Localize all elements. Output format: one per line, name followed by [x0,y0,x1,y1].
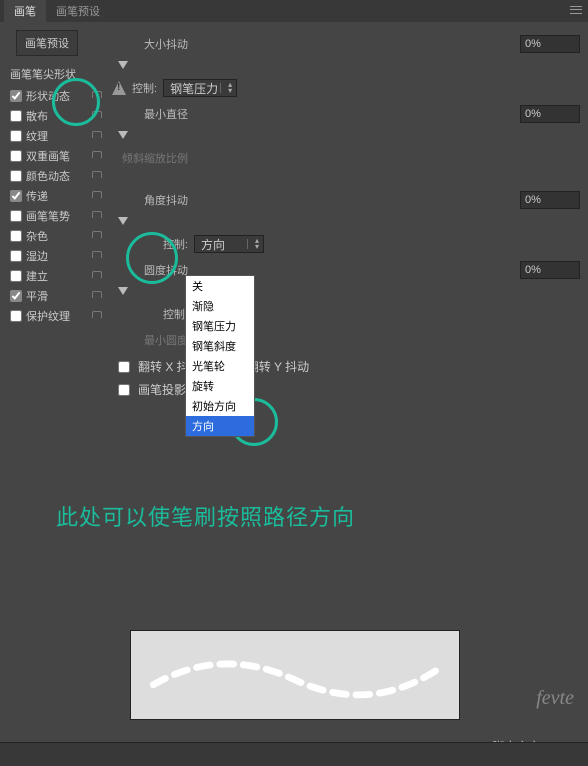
option-label: 传递 [26,188,92,204]
lock-icon [92,271,102,281]
dropdown-item[interactable]: 初始方向 [186,396,254,416]
option-11[interactable]: 保护纹理 [8,306,104,326]
min-diameter-slider[interactable] [118,128,398,142]
min-diameter-value[interactable]: 0% [520,105,580,123]
panel-tabs: 画笔 画笔预设 [0,0,588,22]
round-jitter-label: 圆度抖动 [112,262,188,278]
option-1[interactable]: 散布 [8,106,104,126]
lock-icon [92,151,102,161]
lock-icon [92,111,102,121]
slider-thumb-icon [118,287,128,295]
size-jitter-label: 大小抖动 [112,36,188,52]
option-label: 双重画笔 [26,148,92,164]
panel-menu-icon[interactable] [568,3,584,17]
lock-icon [92,231,102,241]
angle-jitter-label: 角度抖动 [112,192,188,208]
brush-tip-shape-header[interactable]: 画笔笔尖形状 [8,64,104,84]
slider-thumb-icon [118,61,128,69]
option-checkbox[interactable] [10,190,22,202]
option-0[interactable]: 形状动态 [8,86,104,106]
option-checkbox[interactable] [10,230,22,242]
lock-icon [92,311,102,321]
dropdown-item[interactable]: 旋转 [186,376,254,396]
option-checkbox[interactable] [10,110,22,122]
option-label: 湿边 [26,248,92,264]
option-6[interactable]: 画笔笔势 [8,206,104,226]
round-jitter-value[interactable]: 0% [520,261,580,279]
option-label: 散布 [26,108,92,124]
tilt-scale-label: 倾斜缩放比例 [112,150,188,166]
option-checkbox[interactable] [10,310,22,322]
lock-icon [92,251,102,261]
option-checkbox[interactable] [10,170,22,182]
dropdown-item[interactable]: 钢笔压力 [186,316,254,336]
option-3[interactable]: 双重画笔 [8,146,104,166]
option-8[interactable]: 湿边 [8,246,104,266]
option-checkbox[interactable] [10,90,22,102]
tab-brush-presets[interactable]: 画笔预设 [46,0,110,22]
options-column: 画笔预设 画笔笔尖形状 形状动态散布纹理双重画笔颜色动态传递画笔笔势杂色湿边建立… [8,28,104,766]
lock-icon [92,91,102,101]
lock-icon [92,171,102,181]
dropdown-item[interactable]: 方向 [186,416,254,436]
angle-jitter-slider[interactable] [118,214,398,228]
lock-icon [92,131,102,141]
option-label: 杂色 [26,228,92,244]
bottom-bar [0,742,588,766]
lock-icon [92,211,102,221]
option-label: 颜色动态 [26,168,92,184]
annotation-caption: 此处可以使笔刷按照路径方向 [56,500,355,532]
option-checkbox[interactable] [10,270,22,282]
lock-icon [92,291,102,301]
brush-tip-shape-label: 画笔笔尖形状 [10,66,102,82]
brush-presets-button[interactable]: 画笔预设 [16,30,78,56]
brush-projection-checkbox[interactable]: 画笔投影 [118,381,186,398]
lock-icon [92,191,102,201]
brush-preview [130,630,460,720]
option-checkbox[interactable] [10,130,22,142]
min-diameter-label: 最小直径 [112,106,188,122]
option-label: 形状动态 [26,88,92,104]
option-label: 画笔笔势 [26,208,92,224]
option-checkbox[interactable] [10,210,22,222]
control3-label: 控制: [112,306,188,322]
option-9[interactable]: 建立 [8,266,104,286]
dropdown-item[interactable]: 关 [186,276,254,296]
warning-icon [112,81,126,95]
watermark: fevte [536,687,574,710]
option-7[interactable]: 杂色 [8,226,104,246]
control1-select[interactable]: 钢笔压力▴▾ [163,79,237,97]
size-jitter-value[interactable]: 0% [520,35,580,53]
dropdown-item[interactable]: 光笔轮 [186,356,254,376]
control1-label: 控制: [132,80,157,96]
option-label: 纹理 [26,128,92,144]
round-jitter-slider[interactable] [118,284,398,298]
control2-dropdown[interactable]: 关渐隐钢笔压力钢笔斜度光笔轮旋转初始方向方向 [185,275,255,437]
option-checkbox[interactable] [10,250,22,262]
option-10[interactable]: 平滑 [8,286,104,306]
dropdown-item[interactable]: 钢笔斜度 [186,336,254,356]
option-checkbox[interactable] [10,150,22,162]
option-5[interactable]: 传递 [8,186,104,206]
control2-label: 控制: [112,236,188,252]
dropdown-item[interactable]: 渐隐 [186,296,254,316]
option-label: 保护纹理 [26,308,92,324]
option-label: 建立 [26,268,92,284]
min-round-label: 最小圆度 [112,332,188,348]
tab-brush[interactable]: 画笔 [4,0,46,22]
option-2[interactable]: 纹理 [8,126,104,146]
slider-thumb-icon [118,131,128,139]
option-label: 平滑 [26,288,92,304]
angle-jitter-value[interactable]: 0% [520,191,580,209]
option-checkbox[interactable] [10,290,22,302]
control2-select[interactable]: 方向▴▾ [194,235,264,253]
size-jitter-slider[interactable] [118,58,398,72]
option-4[interactable]: 颜色动态 [8,166,104,186]
slider-thumb-icon [118,217,128,225]
